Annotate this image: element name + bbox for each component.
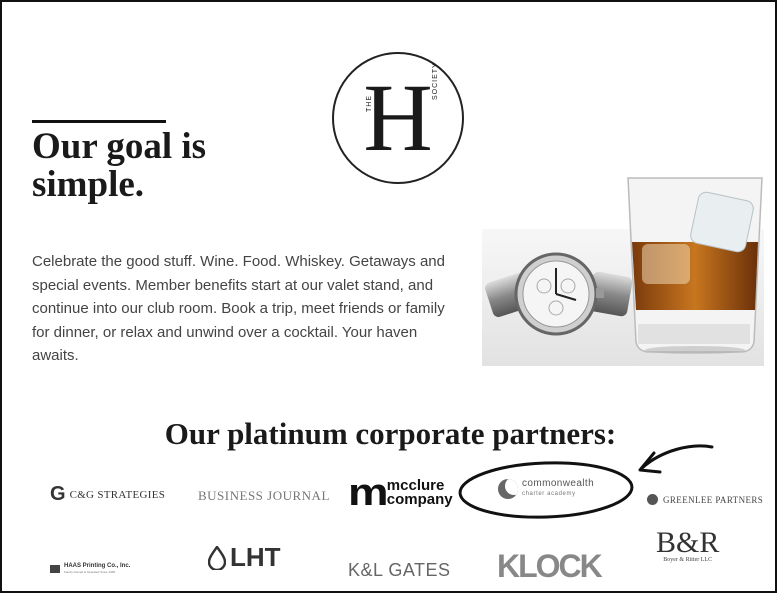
logo-letter: H [363,64,433,171]
intro-paragraph: Celebrate the good stuff. Wine. Food. Wh… [32,253,445,364]
mcclure-line2: company [386,491,453,508]
drop-icon [208,545,226,570]
greenlee-name: GREENLEE PARTNERS [663,494,764,505]
page-frame: THE H SOCIETY Our goal is simple. Celebr… [0,0,777,593]
frame-gap [737,579,775,591]
mcclure-company-logo: m mcclure company [348,472,453,514]
watch-and-whiskey-photo [482,177,764,366]
cg-name: C&G STRATEGIES [69,488,166,501]
business-journal-logo: BUSINESS JOURNAL [198,488,330,503]
haas-printing-logo: HAAS Printing Co., Inc. Family Owned & O… [50,563,130,575]
greenlee-partners-logo: GREENLEE PARTNERS [647,494,763,505]
h-society-logo: THE H SOCIETY [332,52,464,184]
page-heading: Our goal is simple. [32,126,207,205]
lht-name: LHT [230,542,281,572]
br-mark: B&R [656,526,720,559]
logo-society: SOCIETY [432,62,439,100]
commonwealth-line1: commonwealth [522,478,595,489]
commonwealth-icon [498,479,518,499]
br-name: Boyer & Ritter LLC [663,557,713,563]
commonwealth-charter-academy-logo: commonwealth charter academy [498,476,616,502]
kl-gates-logo: K&L GATES [348,560,451,580]
partners-heading: Our platinum corporate partners: [164,416,617,451]
haas-icon [50,565,60,573]
commonwealth-line2: charter academy [522,491,576,497]
cg-mark: G [50,483,66,505]
arrowhead-icon [638,451,662,474]
whiskey-glass-icon [627,177,763,354]
frame-gap [2,579,14,591]
boyer-ritter-logo: B&R Boyer & Ritter LLC [656,526,720,564]
heading-rule [32,120,166,123]
haas-tagline: Family Owned & Operated Since 1956 [64,570,116,574]
greenlee-icon [647,494,658,505]
lht-logo: LHT [208,542,281,573]
cg-strategies-logo: G C&G STRATEGIES [50,483,165,506]
mcclure-mark: m [348,472,389,514]
klock-logo: KLOCK [497,548,603,584]
